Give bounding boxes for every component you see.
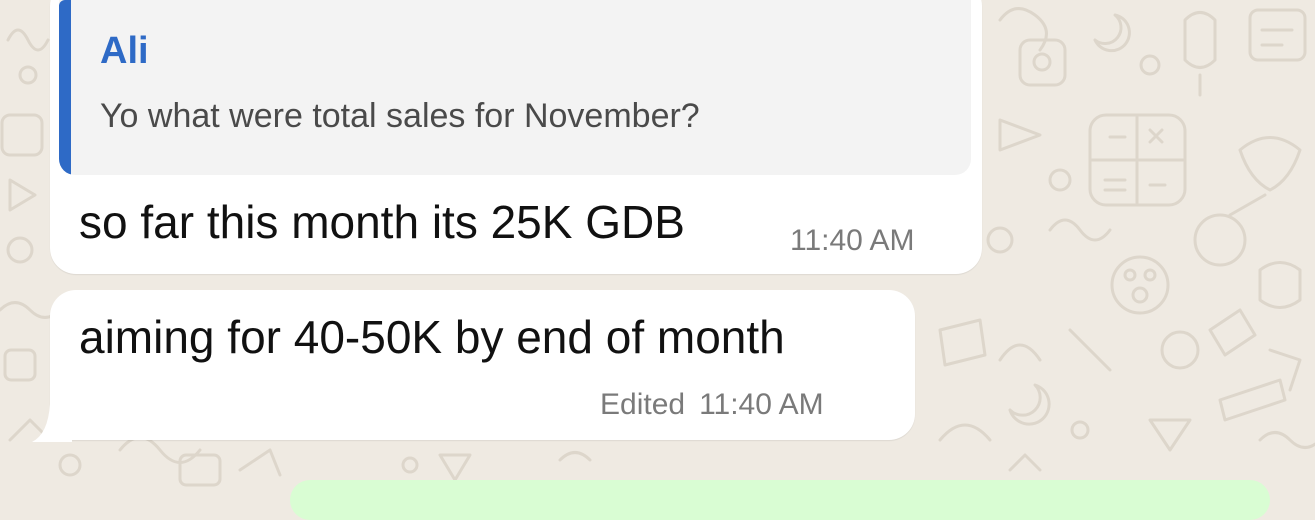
message-meta: Edited 11:40 AM (600, 388, 824, 422)
message-timestamp: 11:40 AM (699, 388, 824, 421)
message-text: aiming for 40-50K by end of month (79, 311, 785, 363)
outgoing-message-bubble[interactable] (290, 480, 1270, 520)
quoted-message-text: Yo what were total sales for November? (100, 97, 700, 135)
quoted-reply[interactable]: Ali Yo what were total sales for Novembe… (59, 0, 971, 175)
message-timestamp: 11:40 AM (790, 224, 915, 257)
quoted-sender-name: Ali (100, 30, 149, 72)
quote-accent-bar (59, 0, 71, 175)
edited-label: Edited (600, 388, 686, 421)
message-text: so far this month its 25K GDB (79, 196, 685, 248)
bubble-tail-icon (32, 404, 72, 442)
